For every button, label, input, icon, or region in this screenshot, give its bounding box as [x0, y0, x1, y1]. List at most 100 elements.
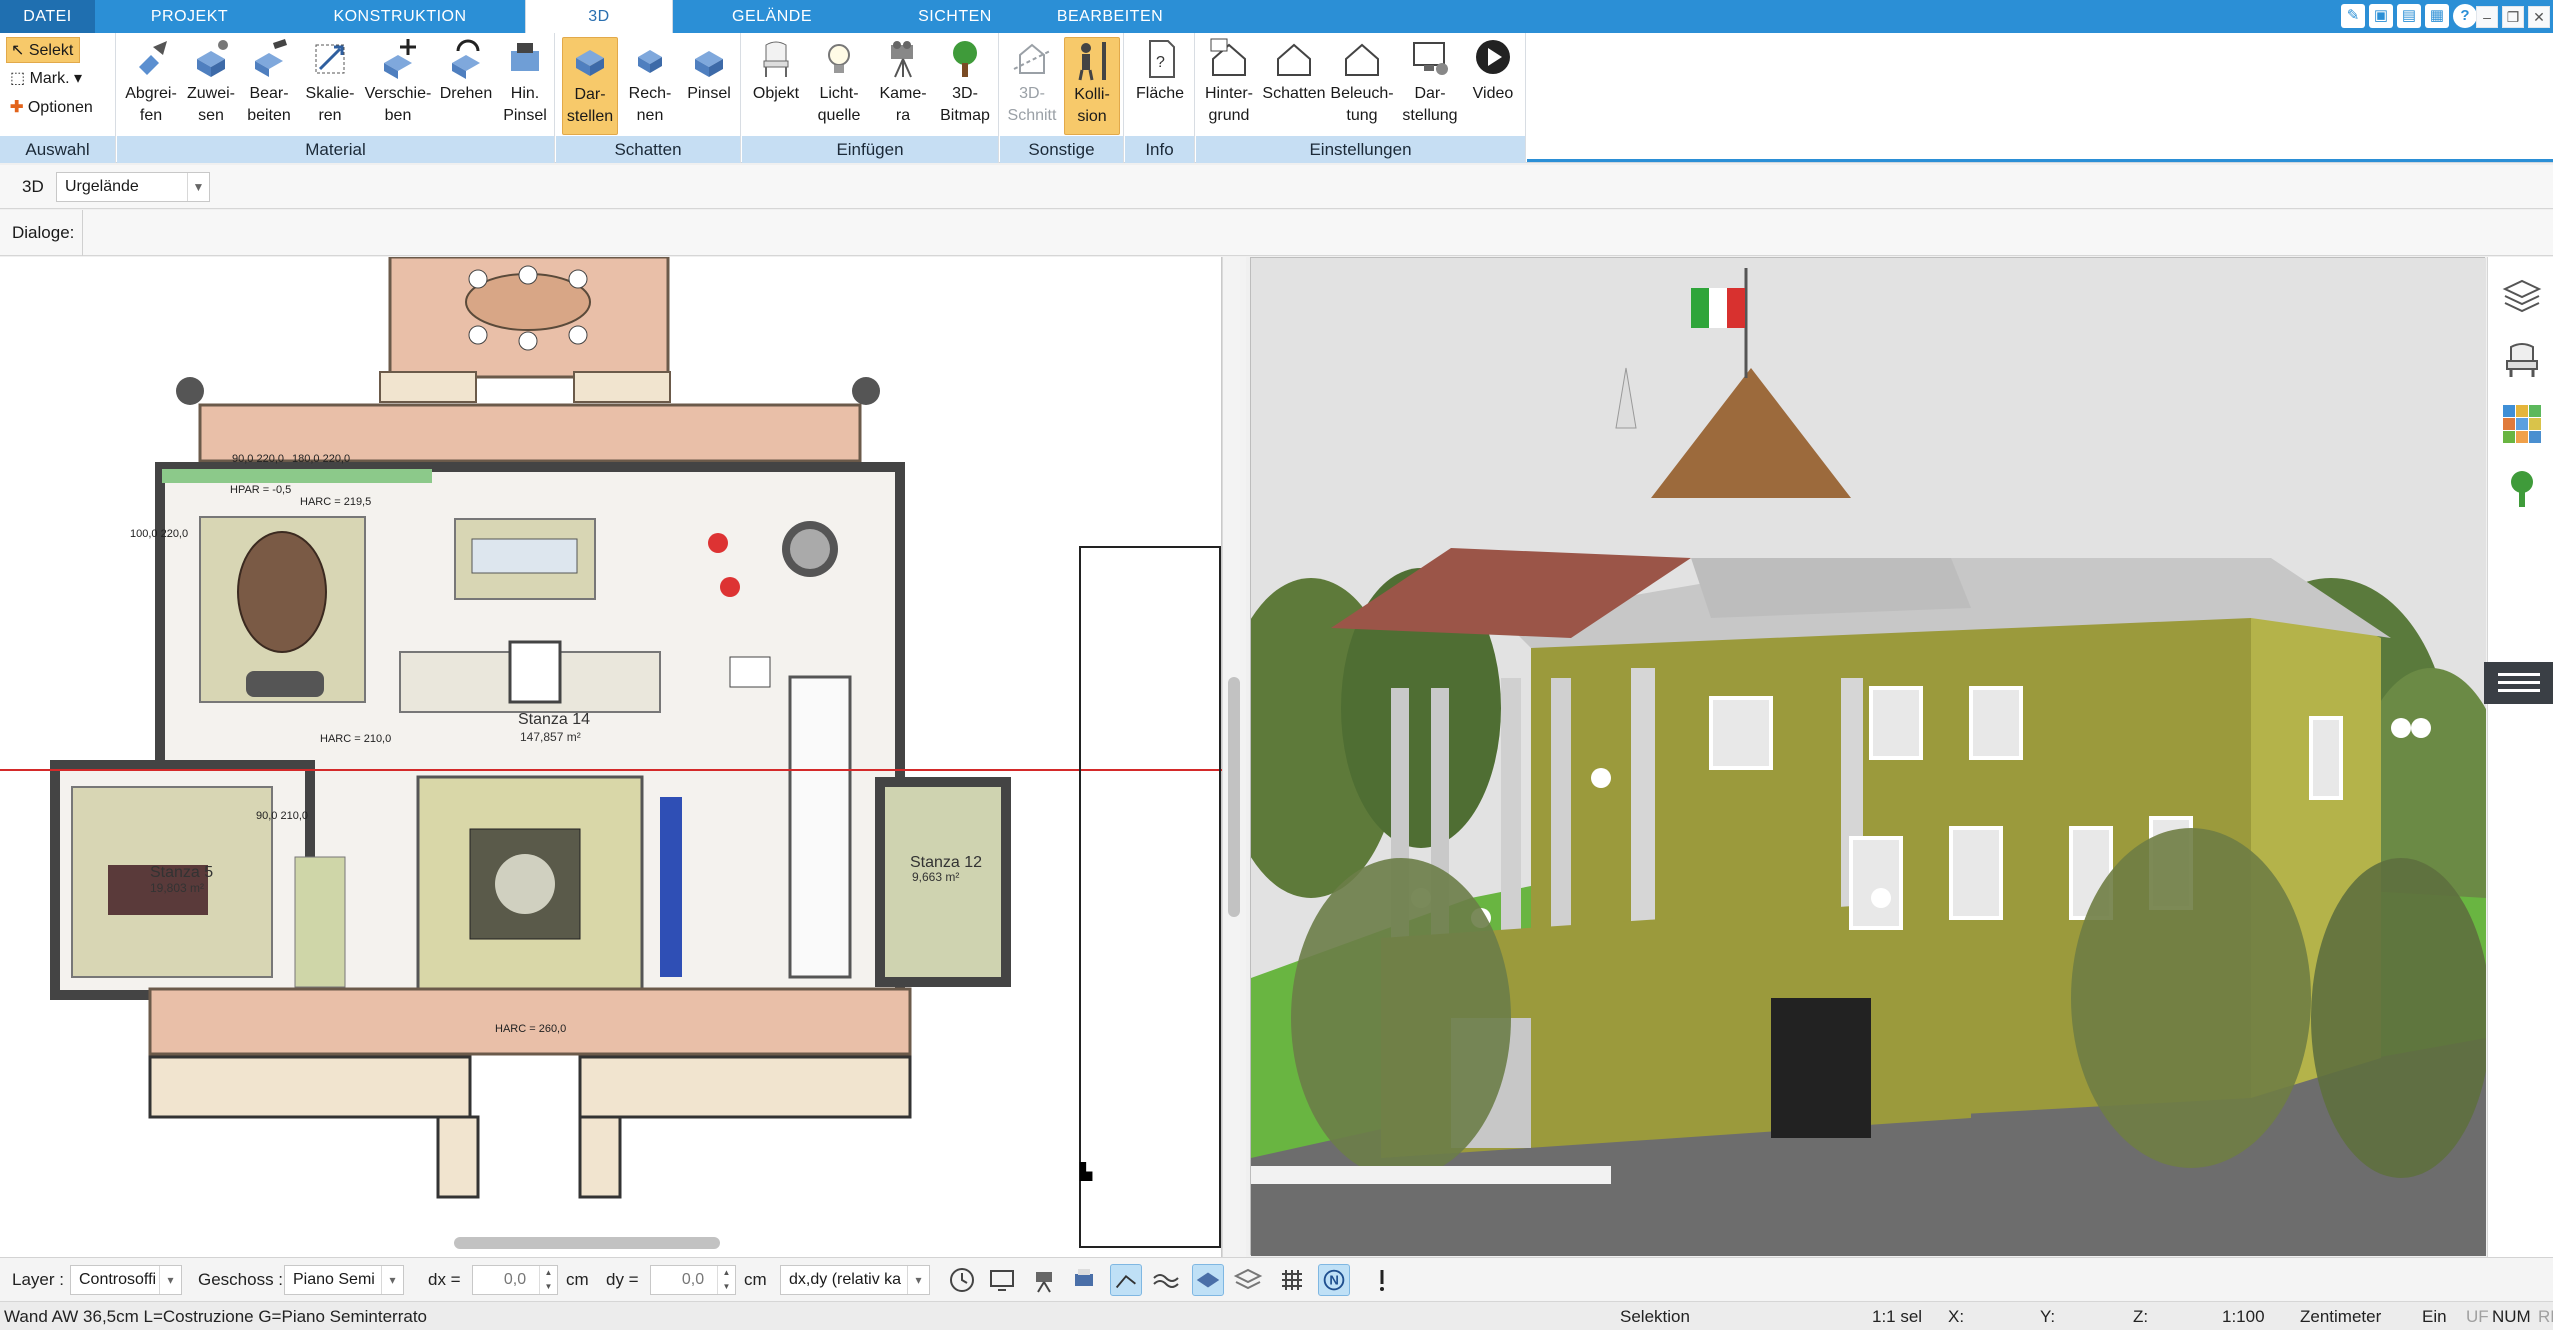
tab-sichten[interactable]: SICHTEN	[880, 0, 1030, 33]
3d-schnitt-button[interactable]: 3D- Schnitt	[1004, 37, 1060, 127]
skalieren-button[interactable]: Skalie- ren	[299, 37, 361, 127]
terrain-select[interactable]: Urgelände ▼	[56, 172, 210, 202]
wave-icon[interactable]	[1150, 1264, 1182, 1296]
verschieben-button[interactable]: Verschie- ben	[363, 37, 433, 127]
darstellung-button[interactable]: Dar- stellung	[1398, 37, 1462, 127]
objekt-button[interactable]: Objekt	[746, 37, 806, 105]
dx-input[interactable]: 0,0 ▲ ▼	[472, 1265, 558, 1295]
status-uf: UF	[2466, 1307, 2489, 1326]
scale-icon	[315, 44, 345, 74]
status-z: Z:	[2133, 1307, 2149, 1326]
layers-small-icon[interactable]	[1232, 1264, 1264, 1296]
dim-label: 180,0 220,0	[292, 453, 350, 465]
edit-material-icon	[255, 39, 287, 77]
grid-icon[interactable]	[1276, 1264, 1308, 1296]
camera-small-icon[interactable]	[1028, 1264, 1060, 1296]
room-area-stanza-14: 147,857 m²	[520, 730, 581, 744]
armchair-icon[interactable]	[2501, 339, 2543, 381]
tab-3d[interactable]: 3D	[525, 0, 673, 35]
marker-icon: ⬚	[10, 70, 30, 87]
restore-button[interactable]: ❐	[2502, 6, 2524, 28]
right-sidebar	[2487, 257, 2553, 1257]
room-area-stanza-12: 9,663 m²	[912, 870, 959, 884]
room-area-stanza-5: 19,803 m²	[150, 881, 204, 895]
info-marker-icon[interactable]	[1366, 1264, 1398, 1296]
dy-label: dy =	[606, 1270, 639, 1289]
rechnen-button[interactable]: Rech- nen	[622, 37, 678, 127]
hamburger-menu-icon[interactable]	[2484, 662, 2553, 704]
window-icon[interactable]: ▤	[2397, 4, 2421, 28]
room-label-stanza-5: Stanza 5	[150, 864, 213, 881]
floorplan-horizontal-scrollbar[interactable]	[454, 1237, 720, 1249]
layout-icon[interactable]: ▦	[2425, 4, 2449, 28]
dim-label: HARC = 260,0	[495, 1023, 566, 1035]
3d-render-canvas[interactable]	[1221, 258, 2511, 1256]
clock-icon[interactable]	[946, 1264, 978, 1296]
tab-projekt[interactable]: PROJEKT	[112, 0, 267, 33]
lichtquelle-button[interactable]: Licht- quelle	[808, 37, 870, 127]
layer-select[interactable]: Controsoffi ▾	[70, 1265, 182, 1295]
ribbon: ↖ Selekt ⬚ Mark. ▾ ✚ Optionen Auswahl Ab…	[0, 33, 2553, 163]
status-mode: Selektion	[1620, 1307, 1690, 1326]
3d-view[interactable]	[1221, 257, 2511, 1256]
status-scale: 1:100	[2222, 1307, 2265, 1326]
tab-konstruktion[interactable]: KONSTRUKTION	[315, 0, 485, 33]
status-selection-count: 1:1 sel	[1872, 1307, 1923, 1326]
materials-palette-icon[interactable]	[2501, 403, 2543, 445]
panel-icon[interactable]: ▣	[2369, 4, 2393, 28]
chevron-down-icon: ▼	[187, 173, 209, 201]
tab-bearbeiten[interactable]: BEARBEITEN	[1040, 0, 1180, 33]
mark-button[interactable]: ⬚ Mark. ▾	[6, 66, 88, 92]
abgreifen-button[interactable]: Abgrei- fen	[123, 37, 179, 127]
floorplan-vertical-scrollbar[interactable]	[1222, 257, 1246, 1257]
north-icon[interactable]: N	[1318, 1264, 1350, 1296]
flaeche-button[interactable]: ? Fläche	[1131, 37, 1189, 105]
stepper-icon[interactable]: ▲ ▼	[539, 1266, 557, 1294]
group-label-material: Material	[117, 136, 554, 163]
close-button[interactable]: ✕	[2528, 6, 2550, 28]
3d-bitmap-button[interactable]: 3D- Bitmap	[936, 37, 994, 127]
status-num: NUM	[2492, 1307, 2531, 1326]
eyedropper-icon	[139, 41, 167, 75]
schatten-settings-button[interactable]: Schatten	[1262, 37, 1326, 105]
monitor-icon[interactable]	[986, 1264, 1018, 1296]
layers-icon[interactable]	[2501, 275, 2543, 317]
zuweisen-button[interactable]: Zuwei- sen	[183, 37, 239, 127]
group-auswahl: ↖ Selekt ⬚ Mark. ▾ ✚ Optionen Auswahl	[0, 33, 116, 163]
lightbulb-icon	[828, 44, 850, 73]
snap-line-icon[interactable]	[1110, 1264, 1142, 1296]
minimize-button[interactable]: –	[2476, 6, 2498, 28]
schatten-pinsel-button[interactable]: Pinsel	[682, 37, 736, 105]
plane-icon[interactable]	[1192, 1264, 1224, 1296]
printer-icon[interactable]	[1068, 1264, 1100, 1296]
tree-library-icon[interactable]	[2501, 467, 2543, 509]
room-label-stanza-12: Stanza 12	[910, 854, 982, 871]
help-icon[interactable]: ?	[2453, 4, 2477, 28]
tools-icon[interactable]: ✎	[2341, 4, 2365, 28]
coordinate-mode-select[interactable]: dx,dy (relativ ka ▾	[780, 1265, 930, 1295]
darstellen-button[interactable]: Dar- stellen	[562, 37, 618, 135]
dy-input[interactable]: 0,0 ▲ ▼	[650, 1265, 736, 1295]
kamera-button[interactable]: Kame- ra	[874, 37, 932, 127]
tab-gelaende[interactable]: GELÄNDE	[692, 0, 852, 33]
hintergrund-pinsel-button[interactable]: Hin. Pinsel	[499, 37, 551, 127]
drehen-button[interactable]: Drehen	[435, 37, 497, 105]
kollision-button[interactable]: Kolli- sion	[1064, 37, 1120, 135]
floorplan-canvas[interactable]: ▙ Stanza 14 147,857 m² Stanza 5 19,803 m…	[0, 255, 1222, 1257]
selekt-button[interactable]: ↖ Selekt	[6, 37, 81, 63]
floorplan-view[interactable]: ▙ Stanza 14 147,857 m² Stanza 5 19,803 m…	[0, 255, 1222, 1257]
geschoss-select[interactable]: Piano Semi ▾	[284, 1265, 404, 1295]
beleuchtung-button[interactable]: Beleuch- tung	[1328, 37, 1396, 127]
camera-icon	[891, 41, 913, 78]
tab-datei[interactable]: DATEI	[0, 0, 95, 33]
scrollbar-thumb[interactable]	[1228, 677, 1240, 917]
hintergrund-button[interactable]: Hinter- grund	[1198, 37, 1260, 127]
chair-icon	[763, 41, 789, 77]
brush-icon	[511, 43, 539, 71]
bearbeiten-button[interactable]: Bear- beiten	[241, 37, 297, 127]
dim-label: 90,0 220,0	[232, 453, 284, 465]
video-button[interactable]: Video	[1464, 37, 1522, 105]
optionen-button[interactable]: ✚ Optionen	[6, 95, 99, 121]
status-ein: Ein	[2422, 1307, 2447, 1326]
stepper-icon[interactable]: ▲ ▼	[717, 1266, 735, 1294]
